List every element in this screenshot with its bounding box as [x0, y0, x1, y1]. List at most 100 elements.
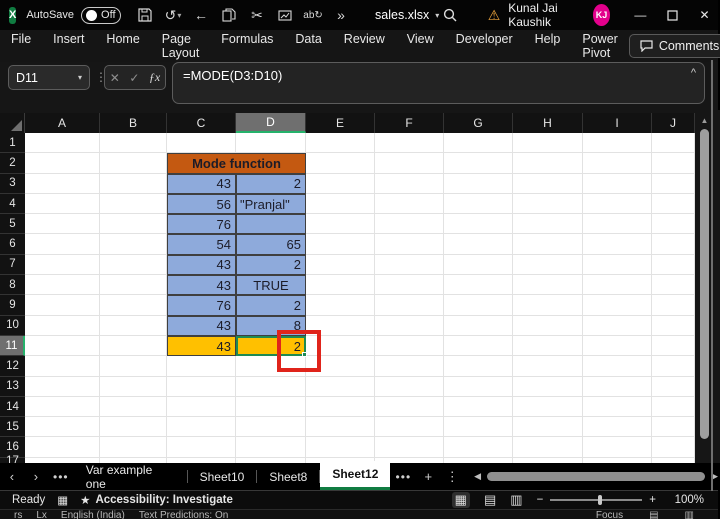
cell-D13[interactable]	[236, 376, 306, 397]
cell-F12[interactable]	[375, 356, 444, 377]
cell-I2[interactable]	[583, 153, 652, 174]
replace-icon[interactable]: ab↻	[301, 3, 325, 27]
cell-D9[interactable]: 2	[236, 295, 306, 316]
cell-B4[interactable]	[100, 193, 167, 215]
cell-H1[interactable]	[513, 133, 583, 154]
cell-J1[interactable]	[652, 133, 695, 154]
cell-E3[interactable]	[306, 173, 375, 194]
cell-G3[interactable]	[444, 173, 513, 194]
cell-I11[interactable]	[583, 335, 652, 357]
cell-G16[interactable]	[444, 437, 513, 458]
tab-data[interactable]: Data	[284, 26, 332, 66]
account-name[interactable]: Kunal Jai Kaushik	[508, 1, 584, 29]
prev-sheet-icon[interactable]: ‹	[0, 469, 24, 484]
cell-D8[interactable]: TRUE	[236, 275, 306, 296]
col-header-J[interactable]: J	[652, 113, 695, 133]
cell-H8[interactable]	[513, 275, 583, 296]
col-header-I[interactable]: I	[583, 113, 652, 133]
tab-file[interactable]: File	[0, 26, 42, 66]
cell-B1[interactable]	[100, 133, 167, 154]
cell-J3[interactable]	[652, 173, 695, 194]
tab-insert[interactable]: Insert	[42, 26, 95, 66]
autosave-toggle[interactable]: Off	[81, 6, 122, 24]
zoom-slider[interactable]	[550, 495, 643, 505]
cell-D6[interactable]: 65	[236, 234, 306, 255]
cell-I5[interactable]	[583, 214, 652, 235]
comments-button[interactable]: Comments	[628, 34, 720, 58]
col-header-C[interactable]: C	[167, 113, 236, 133]
cell-H16[interactable]	[513, 437, 583, 458]
more-sheets-right-icon[interactable]: •••	[390, 470, 416, 484]
zoom-out-icon[interactable]: −	[537, 494, 544, 506]
copy-icon[interactable]	[217, 3, 241, 27]
cell-B13[interactable]	[100, 376, 167, 397]
cell-J9[interactable]	[652, 295, 695, 316]
cell-H11[interactable]	[513, 335, 583, 357]
tab-review[interactable]: Review	[333, 26, 396, 66]
cell-J15[interactable]	[652, 417, 695, 438]
zoom-in-icon[interactable]: +	[649, 494, 656, 506]
insert-function-icon[interactable]: ƒx	[149, 70, 160, 85]
cell-I6[interactable]	[583, 234, 652, 255]
cell-F13[interactable]	[375, 376, 444, 397]
row-header-12[interactable]: 12	[0, 356, 25, 377]
sheet-tab-sheet8[interactable]: Sheet8	[257, 463, 319, 490]
cell-I15[interactable]	[583, 417, 652, 438]
cell-H7[interactable]	[513, 254, 583, 276]
cell-C7[interactable]: 43	[167, 254, 236, 276]
formula-bar-input[interactable]: =MODE(D3:D10) ^	[172, 62, 705, 104]
cell-B7[interactable]	[100, 254, 167, 276]
excel-logo-icon[interactable]: X	[9, 6, 17, 24]
col-header-G[interactable]: G	[444, 113, 513, 133]
horizontal-scroll-thumb[interactable]	[487, 472, 706, 481]
cell-G5[interactable]	[444, 214, 513, 235]
row-header-4[interactable]: 4	[0, 193, 25, 215]
new-sheet-button[interactable]: +	[416, 469, 440, 484]
cell-E5[interactable]	[306, 214, 375, 235]
cell-J16[interactable]	[652, 437, 695, 458]
maximize-button[interactable]	[656, 0, 688, 30]
cell-F7[interactable]	[375, 254, 444, 276]
cell-F15[interactable]	[375, 417, 444, 438]
cell-J6[interactable]	[652, 234, 695, 255]
cell-I12[interactable]	[583, 356, 652, 377]
cell-A4[interactable]	[25, 193, 100, 215]
cell-E2[interactable]	[306, 153, 375, 174]
cell-C16[interactable]	[167, 437, 236, 458]
cell-C15[interactable]	[167, 417, 236, 438]
cell-J2[interactable]	[652, 153, 695, 174]
row-header-11[interactable]: 11	[0, 335, 25, 357]
cell-E1[interactable]	[306, 133, 375, 154]
collapse-formula-bar-icon[interactable]: ^	[691, 67, 696, 79]
macro-record-icon[interactable]: ▦	[57, 493, 68, 507]
cell-C4[interactable]: 56	[167, 193, 236, 215]
zoom-percentage[interactable]: 100%	[670, 494, 704, 506]
cell-F1[interactable]	[375, 133, 444, 154]
cell-J8[interactable]	[652, 275, 695, 296]
cell-A2[interactable]	[25, 153, 100, 174]
cell-H12[interactable]	[513, 356, 583, 377]
cancel-entry-icon[interactable]: ✕	[110, 71, 120, 85]
col-header-D[interactable]: D	[236, 113, 306, 133]
cell-J14[interactable]	[652, 396, 695, 418]
next-sheet-icon[interactable]: ›	[24, 469, 48, 484]
cell-H9[interactable]	[513, 295, 583, 316]
cell-G1[interactable]	[444, 133, 513, 154]
cell-I3[interactable]	[583, 173, 652, 194]
cell-I4[interactable]	[583, 193, 652, 215]
cell-F10[interactable]	[375, 315, 444, 336]
cell-C6[interactable]: 54	[167, 234, 236, 255]
cell-I9[interactable]	[583, 295, 652, 316]
cell-G6[interactable]	[444, 234, 513, 255]
cell-G4[interactable]	[444, 193, 513, 215]
cell-A6[interactable]	[25, 234, 100, 255]
cell-H4[interactable]	[513, 193, 583, 215]
row-header-8[interactable]: 8	[0, 275, 25, 296]
col-header-A[interactable]: A	[25, 113, 100, 133]
save-icon[interactable]	[133, 3, 157, 27]
undo-icon[interactable]: ↺ ▾	[161, 3, 185, 27]
confirm-entry-icon[interactable]: ✓	[129, 71, 139, 85]
cut-icon[interactable]: ✂	[245, 3, 269, 27]
cell-B15[interactable]	[100, 417, 167, 438]
cell-B16[interactable]	[100, 437, 167, 458]
